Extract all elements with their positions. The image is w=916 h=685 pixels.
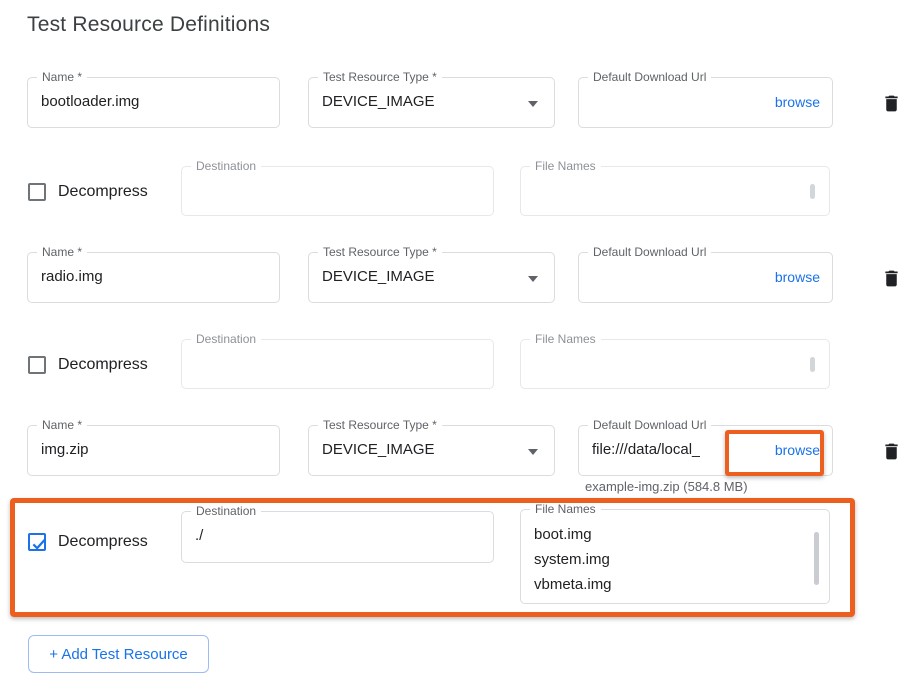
browse-link-3[interactable]: browse [775, 442, 820, 458]
name-field-1[interactable]: Name * bootloader.img [27, 77, 280, 128]
decompress-label-2[interactable]: Decompress [58, 356, 148, 374]
name-field-value: img.zip [41, 441, 89, 458]
destination-field-2[interactable]: Destination [181, 339, 494, 389]
decompress-label-1[interactable]: Decompress [58, 183, 148, 201]
destination-field-label: Destination [191, 332, 261, 347]
name-field-3[interactable]: Name * img.zip [27, 425, 280, 476]
url-field-1[interactable]: Default Download Url browse [578, 77, 833, 128]
decompress-checkbox-3[interactable] [28, 533, 46, 551]
url-field-2[interactable]: Default Download Url browse [578, 252, 833, 303]
delete-button-3[interactable] [879, 440, 903, 464]
url-field-label: Default Download Url [588, 70, 711, 85]
scrollbar-thumb[interactable] [810, 357, 815, 372]
trash-icon [881, 451, 902, 466]
file-names-field-2[interactable]: File Names [520, 339, 830, 389]
page-title: Test Resource Definitions [27, 13, 270, 37]
url-field-value: file:///data/local_ [592, 441, 700, 458]
name-field-value: bootloader.img [41, 93, 139, 110]
file-names-field-value: boot.img system.img vbmeta.img [534, 522, 612, 597]
type-select-label: Test Resource Type * [318, 418, 442, 433]
type-select-1[interactable]: Test Resource Type * DEVICE_IMAGE [308, 77, 555, 128]
url-field-label: Default Download Url [588, 418, 711, 433]
type-select-value: DEVICE_IMAGE [322, 93, 435, 110]
delete-button-2[interactable] [879, 267, 903, 291]
file-info-text: example-img.zip (584.8 MB) [585, 479, 748, 494]
scrollbar-thumb[interactable] [810, 184, 815, 199]
destination-field-1[interactable]: Destination [181, 166, 494, 216]
trash-icon [881, 278, 902, 293]
destination-field-3[interactable]: Destination ./ [181, 511, 494, 563]
name-field-value: radio.img [41, 268, 103, 285]
chevron-down-icon [528, 449, 538, 455]
test-resource-definitions-page: Test Resource Definitions Name * bootloa… [0, 0, 916, 685]
type-select-label: Test Resource Type * [318, 70, 442, 85]
file-names-field-3[interactable]: File Names boot.img system.img vbmeta.im… [520, 509, 830, 604]
decompress-label-3[interactable]: Decompress [58, 533, 148, 551]
chevron-down-icon [528, 276, 538, 282]
type-select-3[interactable]: Test Resource Type * DEVICE_IMAGE [308, 425, 555, 476]
destination-field-label: Destination [191, 159, 261, 174]
browse-link-2[interactable]: browse [775, 269, 820, 285]
type-select-value: DEVICE_IMAGE [322, 441, 435, 458]
add-test-resource-button[interactable]: + Add Test Resource [28, 635, 209, 673]
decompress-checkbox-2[interactable] [28, 356, 46, 374]
destination-field-label: Destination [191, 504, 261, 519]
name-field-label: Name * [37, 70, 87, 85]
file-names-field-label: File Names [530, 159, 601, 174]
url-field-3[interactable]: Default Download Url file:///data/local_… [578, 425, 833, 476]
browse-link-1[interactable]: browse [775, 94, 820, 110]
file-names-field-1[interactable]: File Names [520, 166, 830, 216]
scrollbar-thumb[interactable] [814, 532, 819, 585]
file-names-field-label: File Names [530, 502, 601, 517]
chevron-down-icon [528, 101, 538, 107]
delete-button-1[interactable] [879, 92, 903, 116]
destination-field-value: ./ [195, 527, 203, 544]
name-field-label: Name * [37, 418, 87, 433]
decompress-checkbox-1[interactable] [28, 183, 46, 201]
type-select-2[interactable]: Test Resource Type * DEVICE_IMAGE [308, 252, 555, 303]
name-field-label: Name * [37, 245, 87, 260]
type-select-label: Test Resource Type * [318, 245, 442, 260]
type-select-value: DEVICE_IMAGE [322, 268, 435, 285]
name-field-2[interactable]: Name * radio.img [27, 252, 280, 303]
url-field-label: Default Download Url [588, 245, 711, 260]
file-names-field-label: File Names [530, 332, 601, 347]
trash-icon [881, 103, 902, 118]
